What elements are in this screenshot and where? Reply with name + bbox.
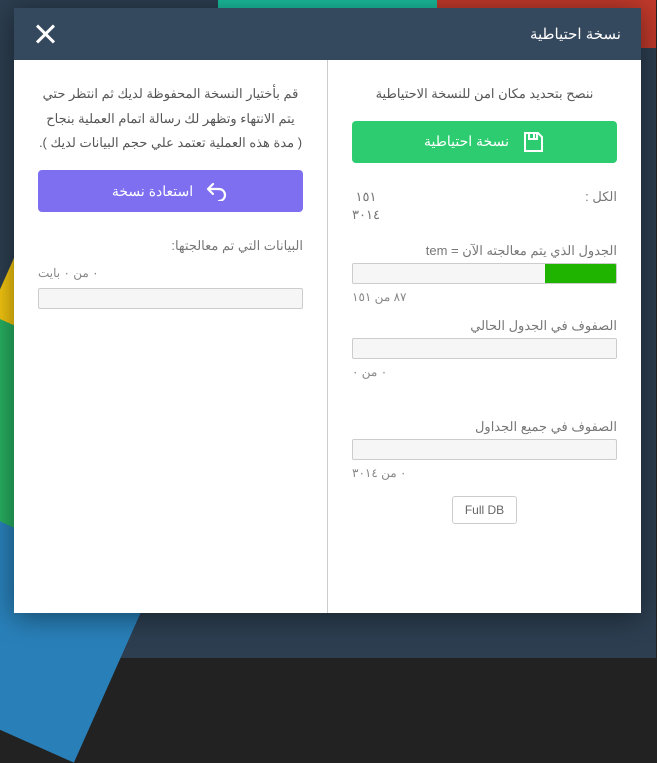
modal-title: نسخة احتياطية [531,25,622,43]
restore-hint-l2: يتم الانتهاء وتظهر لك رسالة اتمام العملي… [47,111,295,126]
restore-hint: قم بأختيار النسخة المحفوظة لديك ثم انتظر… [39,82,304,156]
close-icon[interactable] [35,23,57,45]
full-db-button[interactable]: Full DB [453,496,518,524]
restore-button[interactable]: استعادة نسخة [39,170,304,212]
processing-sub: ٨٧ من ١٥١ [353,290,618,304]
processed-progress [39,288,304,309]
totals-label: الكل : [586,189,618,205]
rows-current-sub: ٠ من ٠ [353,365,618,379]
totals-value-a: ١٥١ [357,189,378,205]
rows-all-progress [353,439,618,460]
backup-button-label: نسخة احتياطية [425,133,510,150]
backup-modal: نسخة احتياطية ننصح بتحديد مكان امن للنسخ… [15,8,642,613]
save-icon [522,130,546,154]
totals-value-b: ٣٠١٤ [353,207,381,223]
processed-label: البيانات التي تم معالجتها: [39,238,304,254]
restore-hint-l3: ( مدة هذه العملية تعتمد علي حجم البيانات… [40,135,303,150]
rows-all-sub: ٠ من ٣٠١٤ [353,466,618,480]
rows-current-label: الصفوف في الجدول الحالي [353,318,618,334]
rows-current-progress [353,338,618,359]
backup-hint: ننصح بتحديد مكان امن للنسخة الاحتياطية [353,82,618,107]
totals-row: الكل : ١٥١ ٣٠١٤ [353,189,618,223]
restore-button-label: استعادة نسخة [113,183,194,200]
backup-panel: ننصح بتحديد مكان امن للنسخة الاحتياطية ن… [328,60,642,613]
processing-progress [353,263,618,284]
totals-values: ١٥١ ٣٠١٤ [353,189,381,223]
modal-header: نسخة احتياطية [15,8,642,60]
rows-all-label: الصفوف في جميع الجداول [353,419,618,435]
processing-progress-fill [546,264,617,283]
backup-button[interactable]: نسخة احتياطية [353,121,618,163]
processing-label: الجدول الذي يتم معالجته الآن = tem [353,243,618,259]
restore-hint-l1: قم بأختيار النسخة المحفوظة لديك ثم انتظر… [44,86,300,101]
modal-body: ننصح بتحديد مكان امن للنسخة الاحتياطية ن… [15,60,642,613]
restore-panel: قم بأختيار النسخة المحفوظة لديك ثم انتظر… [15,60,328,613]
processed-sub: ٠ من ٠ بايت [39,266,304,280]
undo-icon [206,181,230,201]
